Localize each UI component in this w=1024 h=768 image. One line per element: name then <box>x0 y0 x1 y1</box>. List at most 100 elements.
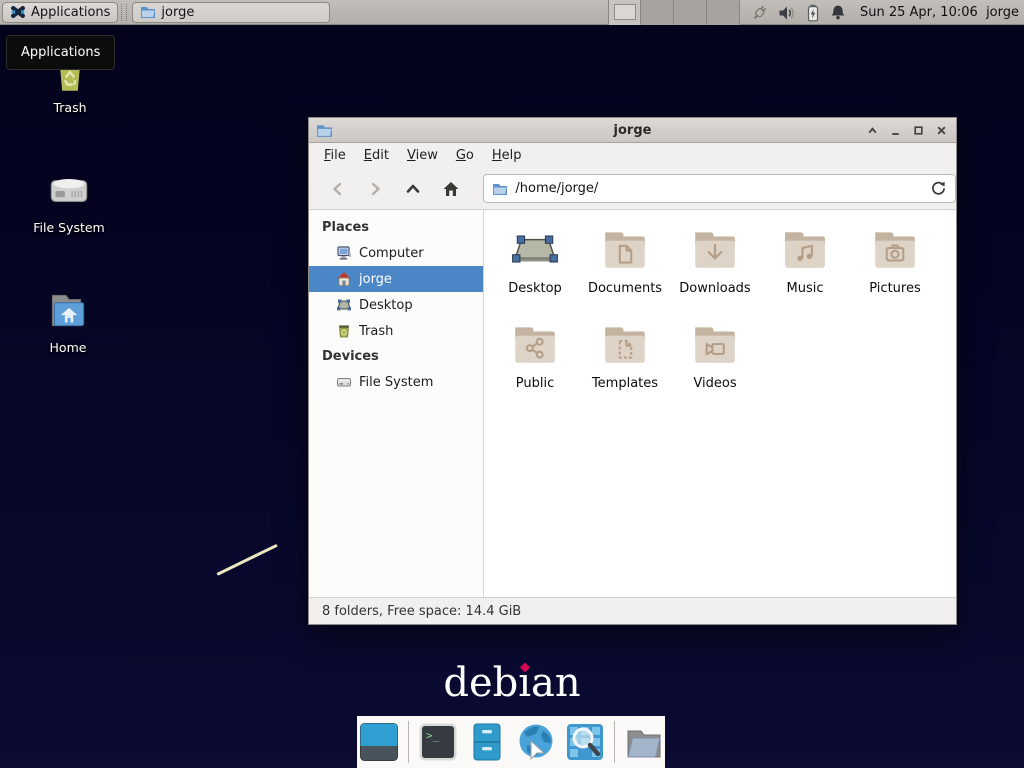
sidebar-item-jorge[interactable]: jorge <box>309 266 483 292</box>
xfce-x-logo-icon <box>10 4 26 20</box>
hard-drive-icon <box>21 166 117 216</box>
terminal-icon[interactable]: >_ <box>418 722 458 762</box>
applications-menu-button[interactable]: Applications <box>2 2 118 23</box>
workspace-4[interactable] <box>707 0 740 25</box>
web-browser-icon[interactable] <box>516 722 556 762</box>
file-item-pictures[interactable]: Pictures <box>850 222 940 317</box>
menu-go[interactable]: Go <box>447 145 483 166</box>
app-finder-icon[interactable] <box>565 722 605 762</box>
volume-icon[interactable] <box>778 5 796 21</box>
power-plug-icon[interactable] <box>750 4 769 22</box>
battery-icon[interactable] <box>805 4 821 22</box>
panel-grip-handle[interactable] <box>121 4 127 21</box>
workspace-3[interactable] <box>674 0 707 25</box>
menu-view[interactable]: View <box>398 145 447 166</box>
file-item-label: Desktop <box>508 281 562 296</box>
file-item-label: Videos <box>693 376 736 391</box>
forward-icon[interactable] <box>359 174 393 204</box>
file-grid: Desktop Documents <box>484 210 956 597</box>
sidebar-item-label: Desktop <box>359 298 413 313</box>
file-cabinet-icon[interactable] <box>467 722 507 762</box>
file-item-label: Templates <box>592 376 658 391</box>
menu-file[interactable]: File <box>315 145 355 166</box>
sidebar-item-computer[interactable]: Computer <box>309 240 483 266</box>
public-folder-icon <box>510 317 560 369</box>
applications-menu-label: Applications <box>31 5 110 20</box>
file-item-music[interactable]: Music <box>760 222 850 317</box>
menubar: File Edit View Go Help <box>309 143 956 168</box>
workspace-1[interactable] <box>608 0 641 25</box>
dock: >_ <box>357 716 665 768</box>
sidebar-item-desktop[interactable]: Desktop <box>309 292 483 318</box>
file-item-desktop[interactable]: Desktop <box>490 222 580 317</box>
home-folder-icon <box>20 286 116 336</box>
shade-icon[interactable] <box>865 124 879 138</box>
up-icon[interactable] <box>396 174 430 204</box>
minimize-icon[interactable] <box>888 124 902 138</box>
window-body: Places Computer <box>309 210 956 597</box>
desktop-icon-label: Trash <box>22 100 118 115</box>
close-icon[interactable] <box>934 124 948 138</box>
taskbar-window-label: jorge <box>161 5 194 20</box>
back-icon[interactable] <box>321 174 355 204</box>
sidebar-item-file-system[interactable]: File System <box>309 369 483 395</box>
taskbar-window-button[interactable]: jorge <box>132 2 330 23</box>
workspace-pager <box>608 0 740 25</box>
debian-logo: debıan <box>0 660 1024 706</box>
sidebar-item-label: File System <box>359 375 433 390</box>
desktop-icon-label: Home <box>20 340 116 355</box>
videos-folder-icon <box>690 317 740 369</box>
drive-icon <box>336 374 352 390</box>
file-manager-window: jorge File Edit View Go Help <box>308 117 957 625</box>
notification-bell-icon[interactable] <box>830 4 846 21</box>
dock-separator <box>614 721 615 763</box>
statusbar: 8 folders, Free space: 14.4 GiB <box>309 597 956 624</box>
reload-icon[interactable] <box>930 180 947 197</box>
file-item-templates[interactable]: Templates <box>580 317 670 412</box>
downloads-folder-icon <box>690 222 740 274</box>
sidebar-item-label: jorge <box>359 272 392 287</box>
file-item-label: Public <box>516 376 554 391</box>
desktop-icon <box>336 297 352 313</box>
file-item-public[interactable]: Public <box>490 317 580 412</box>
panel-user-label[interactable]: jorge <box>986 0 1019 25</box>
sidebar-places-header: Places <box>309 215 483 240</box>
menu-edit[interactable]: Edit <box>355 145 398 166</box>
desktop-folder-icon <box>510 222 560 274</box>
sidebar-devices-header: Devices <box>309 344 483 369</box>
top-panel: Applications jorge <box>0 0 1024 25</box>
templates-folder-icon <box>600 317 650 369</box>
pictures-folder-icon <box>870 222 920 274</box>
desktop-icon-file-system[interactable]: File System <box>21 166 117 235</box>
home-icon <box>336 271 352 287</box>
sidebar-item-trash[interactable]: Trash <box>309 318 483 344</box>
file-item-downloads[interactable]: Downloads <box>670 222 760 317</box>
applications-tooltip-text: Applications <box>21 45 100 60</box>
window-controls <box>865 118 948 143</box>
location-bar[interactable]: /home/jorge/ <box>483 174 956 203</box>
system-tray <box>750 0 846 25</box>
folder-icon[interactable] <box>624 722 664 762</box>
workspace-2[interactable] <box>641 0 674 25</box>
sidebar: Places Computer <box>309 210 484 597</box>
window-title: jorge <box>309 123 956 138</box>
window-titlebar[interactable]: jorge <box>309 118 956 143</box>
desktop-icon-home[interactable]: Home <box>20 286 116 355</box>
menu-help[interactable]: Help <box>483 145 531 166</box>
path-folder-icon <box>492 182 508 196</box>
file-item-videos[interactable]: Videos <box>670 317 760 412</box>
documents-folder-icon <box>600 222 650 274</box>
workspace-window-preview <box>614 4 636 20</box>
sidebar-item-label: Computer <box>359 246 424 261</box>
file-item-documents[interactable]: Documents <box>580 222 670 317</box>
panel-clock[interactable]: Sun 25 Apr, 10:06 <box>860 0 978 25</box>
applications-tooltip: Applications <box>6 35 115 70</box>
maximize-icon[interactable] <box>911 124 925 138</box>
file-item-label: Documents <box>588 281 662 296</box>
location-path-text[interactable]: /home/jorge/ <box>515 181 598 196</box>
home-icon[interactable] <box>434 174 468 204</box>
show-desktop-icon[interactable] <box>359 722 399 762</box>
music-folder-icon <box>780 222 830 274</box>
debian-logo-text: an <box>531 660 581 706</box>
desktop-icon-label: File System <box>21 220 117 235</box>
